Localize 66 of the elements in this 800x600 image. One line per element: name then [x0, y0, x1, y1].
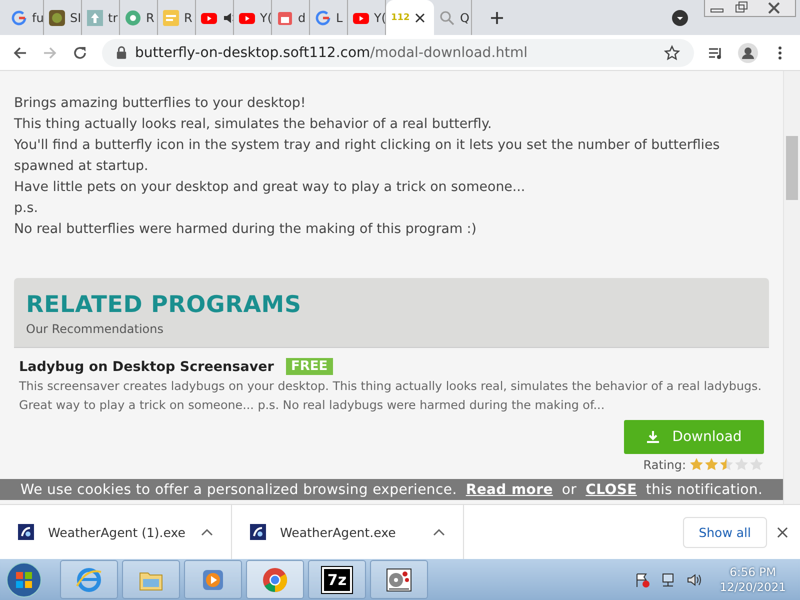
close-icon[interactable]	[777, 526, 788, 538]
tab-title: Y(	[260, 10, 271, 24]
read-more-link[interactable]: Read more	[466, 482, 553, 498]
section-subtitle: Our Recommendations	[26, 322, 164, 336]
note-icon	[163, 10, 179, 26]
address-bar[interactable]: butterfly-on-desktop.soft112.com/modal-download.html	[102, 38, 694, 66]
taskbar-app[interactable]: 7z	[308, 560, 366, 599]
window-controls[interactable]	[704, 0, 796, 17]
tab-title: SI	[70, 10, 81, 24]
tab-title: Q	[460, 10, 470, 24]
back-icon[interactable]	[12, 44, 28, 60]
file-name: WeatherAgent (1).exe	[48, 524, 186, 540]
reload-icon[interactable]	[72, 44, 88, 60]
tab-title: Y(	[374, 10, 385, 24]
close-link[interactable]: CLOSE	[586, 482, 637, 498]
taskbar-app[interactable]	[370, 560, 428, 599]
circle-icon	[125, 10, 141, 26]
lock-icon	[116, 46, 127, 59]
film-reel-icon	[385, 566, 413, 594]
description-text: This thing actually looks real, simulates the behavior of a real butterfly.	[14, 116, 493, 134]
store-icon	[277, 10, 293, 26]
description-text: No real butterflies were harmed during the making of this program :)	[14, 221, 478, 239]
description-text: You'll find a butterfly icon in the system tray and right clicking on it lets you set the number of butterflies spawned at startup.	[14, 137, 721, 176]
google-icon	[315, 10, 331, 26]
program-icon	[250, 524, 266, 540]
description-text: p.s.	[14, 200, 39, 218]
tab-title: R	[146, 10, 154, 24]
site-logo: 112	[391, 12, 410, 22]
download-icon	[646, 430, 660, 444]
section-title: RELATED PROGRAMS	[26, 292, 302, 318]
scrollbar[interactable]	[783, 71, 800, 504]
search-icon	[439, 10, 455, 26]
show-all-button[interactable]: Show all	[682, 516, 767, 548]
tab-title: R	[184, 10, 192, 24]
tab-title: fu	[32, 10, 43, 24]
profile-icon[interactable]	[738, 42, 758, 62]
arrow-up-icon	[87, 10, 103, 26]
program-title[interactable]: Ladybug on Desktop Screensaver	[19, 358, 274, 374]
program-description: This screensaver creates ladybugs on your desktop. This thing actually looks real, simulates the behavior of a real ladybugs. Great way to play a trick on someone... p.s. No real ladybugs were harmed during the making of...	[19, 378, 763, 414]
cookie-text: this notification.	[646, 482, 763, 498]
chevron-up-icon[interactable]	[201, 528, 213, 536]
rating-label: Rating:	[643, 458, 686, 472]
volume-icon[interactable]	[686, 572, 702, 588]
file-name: WeatherAgent.exe	[280, 524, 397, 540]
new-tab-icon[interactable]	[490, 10, 504, 24]
tab-title: d	[298, 10, 306, 24]
tab-title: L	[336, 10, 343, 24]
chevron-up-icon[interactable]	[433, 528, 445, 536]
close-icon[interactable]	[414, 12, 425, 22]
start-button[interactable]	[6, 562, 42, 598]
star-icon[interactable]	[664, 44, 680, 60]
description-text: Have little pets on your desktop and great way to play a trick on someone...	[14, 179, 526, 197]
google-icon	[11, 10, 27, 26]
tab-title: tr	[108, 10, 118, 24]
browser-e-icon	[75, 566, 103, 594]
chrome-icon	[261, 566, 289, 594]
photo-icon	[49, 10, 65, 26]
description-text: Brings amazing butterflies to your desktop!	[14, 95, 307, 113]
tab-search-icon[interactable]	[672, 10, 688, 26]
network-icon[interactable]	[660, 572, 676, 588]
cookie-text: or	[562, 482, 577, 498]
program-icon	[18, 524, 34, 540]
free-badge: FREE	[286, 358, 333, 375]
cookie-text: We use cookies to offer a personalized browsing experience.	[20, 482, 457, 498]
flag-icon[interactable]	[634, 572, 650, 588]
archive-logo: 7z	[322, 566, 352, 592]
